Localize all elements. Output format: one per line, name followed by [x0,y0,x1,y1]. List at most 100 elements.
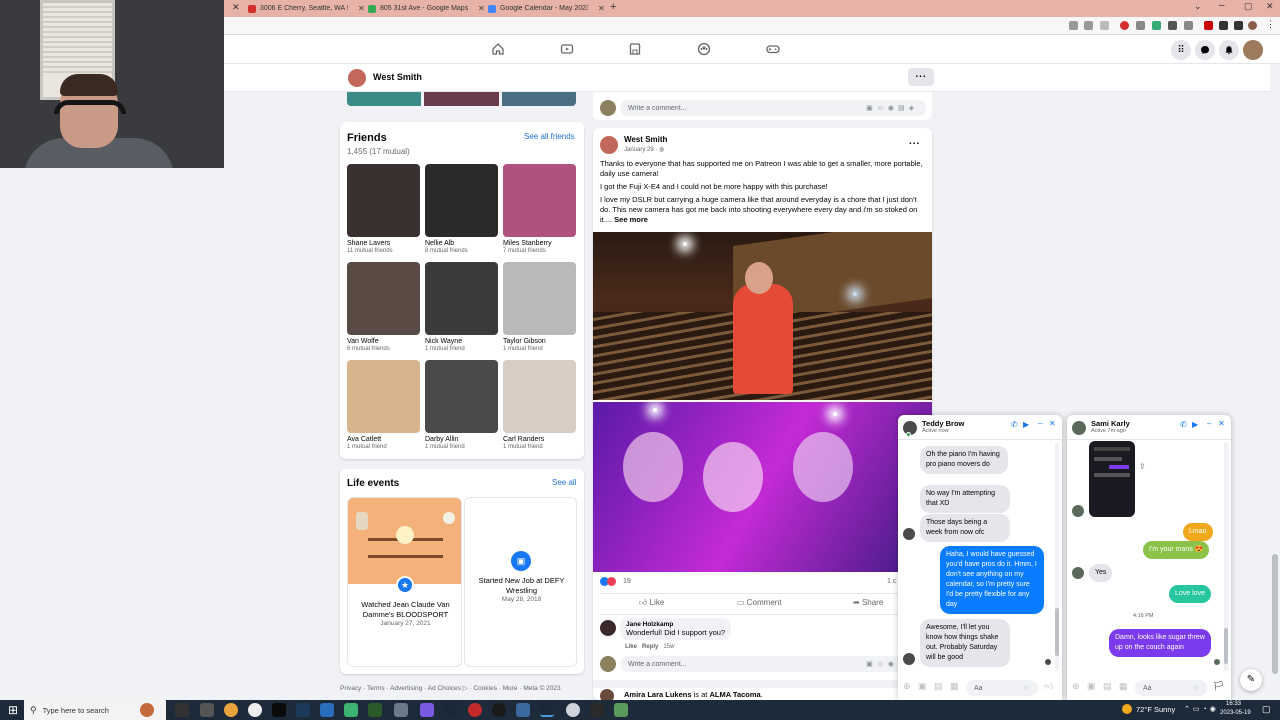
minimize-chat-icon[interactable]: – [1038,419,1042,428]
extension-icon[interactable] [1204,21,1213,30]
chat-shared-screenshot[interactable] [1089,441,1135,517]
chat-scrollbar[interactable] [1224,443,1228,671]
add-icon[interactable]: ⊕ [903,681,911,692]
browser-menu-icon[interactable]: ⋮ [1266,19,1275,30]
friend-tile[interactable]: Taylor Gibson 1 mutual friend [503,262,576,352]
taskbar-clock[interactable]: 16:33 [1226,701,1241,707]
steam-icon[interactable] [540,703,554,717]
friend-tile[interactable]: Nellie Alb 8 mutual friends [425,164,498,254]
comment-author[interactable]: Jane Holzkamp [626,621,725,628]
photo-thumbnail[interactable] [501,92,576,106]
rainbow-flag-icon[interactable]: 🏳 [1213,681,1224,692]
profile-avatar[interactable] [348,69,366,87]
friend-photo[interactable] [347,262,420,335]
marketplace-icon[interactable] [628,42,642,56]
reaction-count[interactable]: 19 [623,578,631,585]
next-post-avatar[interactable] [600,689,614,700]
comment-tools-icon[interactable]: ▣☺◉▤◈ [866,104,918,112]
phone-icon[interactable]: ✆ [1180,420,1187,429]
reactions-icon[interactable] [600,577,616,588]
taskbar-app-icon[interactable] [296,703,310,717]
like-button[interactable]: 👍︎ Like [639,598,664,608]
taskbar-date[interactable]: 2023-05-19 [1220,710,1251,716]
taskbar-app-icon[interactable] [320,703,334,717]
groups-icon[interactable] [697,42,711,56]
account-avatar[interactable] [1243,40,1263,60]
image-icon[interactable]: ▣ [1087,681,1096,692]
emoji-icon[interactable]: ☺ [1192,685,1199,692]
chrome-icon[interactable] [224,703,238,717]
friend-tile[interactable]: Shane Lavers 11 mutual friends [347,164,420,254]
friend-name[interactable]: Ava Catlett [347,436,420,443]
post-more-button[interactable]: ... [909,136,920,147]
taskbar-app-icon[interactable] [175,703,189,717]
sticker-icon[interactable]: ▤ [934,681,943,692]
chat-message-input[interactable]: Aa ☺ [966,680,1038,696]
chat-scrollbar[interactable] [1055,443,1059,671]
extension-icon[interactable] [1168,21,1177,30]
friend-photo[interactable] [425,262,498,335]
chat-avatar[interactable] [1072,421,1086,435]
close-tab-icon[interactable]: ✕ [358,4,365,13]
comment-count[interactable]: 1 c [887,578,896,585]
video-icon[interactable]: ▶ [1023,420,1029,429]
menu-grid-icon[interactable]: ⠿ [1171,40,1191,60]
close-window-icon[interactable]: ✕ [1266,1,1274,12]
new-message-button[interactable]: ✎ [1240,669,1262,691]
friend-tile[interactable]: Nick Wayne 1 mutual friend [425,262,498,352]
friend-tile[interactable]: Miles Stanberry 7 mutual friends [503,164,576,254]
minimize-chat-icon[interactable]: – [1207,419,1211,428]
taskbar-app-icon[interactable] [200,703,214,717]
friend-name[interactable]: Miles Stanberry [503,240,576,247]
taskbar-app-icon[interactable] [516,703,530,717]
steam-icon[interactable] [444,703,458,717]
close-chat-icon[interactable]: ✕ [1049,419,1056,428]
friend-name[interactable]: Carl Randers [503,436,576,443]
profile-avatar[interactable] [1248,21,1257,30]
photo-thumbnail[interactable] [347,92,422,106]
post-photo-band-purple[interactable] [593,402,932,572]
comment-button[interactable]: ▭ Comment [737,598,781,607]
post-date[interactable]: January 28 · ◍ [624,146,664,153]
extension-icon[interactable] [1136,21,1145,30]
see-more-link[interactable]: See more [614,215,648,224]
search-highlight-icon[interactable] [140,703,154,717]
share-icon[interactable] [1084,21,1093,30]
close-chat-icon[interactable]: ✕ [1218,419,1225,428]
taskbar-app-icon[interactable] [468,703,482,717]
sticker-icon[interactable]: ▤ [1103,681,1112,692]
taskbar-app-icon[interactable] [590,703,604,717]
friend-photo[interactable] [425,164,498,237]
friend-photo[interactable] [503,164,576,237]
extension-icon[interactable] [1184,21,1193,30]
friend-name[interactable]: Van Wolfe [347,338,420,345]
friend-photo[interactable] [347,164,420,237]
friend-tile[interactable]: Van Wolfe 6 mutual friends [347,262,420,352]
browser-tab[interactable]: Google Calendar - May 2023 ✕ [488,1,606,16]
page-scrollbar[interactable] [1270,64,1280,700]
life-event-card[interactable]: ▣ Started New Job at DEFY Wrestling May … [464,497,577,667]
taskbar-app-icon[interactable] [566,703,580,717]
watch-icon[interactable] [560,42,574,56]
home-icon[interactable] [491,42,505,56]
taskbar-app-icon[interactable] [368,703,382,717]
friend-tile[interactable]: Darby Allin 1 mutual friend [425,360,498,450]
comment-input[interactable]: Write a comment... ▣☺◉▤◈ [620,100,926,116]
browser-tab[interactable]: 805 31st Ave - Google Maps ✕ [368,1,486,16]
tray-icons[interactable]: ⌃▭◔◉ [1184,705,1219,713]
close-tab-icon[interactable]: ✕ [598,4,605,13]
taskbar-app-icon[interactable] [248,703,262,717]
chat-contact-name[interactable]: Sami Karly [1091,419,1130,428]
see-all-life-events-link[interactable]: See all [552,478,576,487]
next-post-author[interactable]: Amira Lara Lukens [624,690,692,699]
maximize-icon[interactable]: ▢ [1244,1,1253,12]
comment-reply-link[interactable]: Reply [642,644,658,650]
emoji-icon[interactable]: ☺ [1023,685,1030,692]
next-post-place[interactable]: ALMA Tacoma [709,690,760,699]
install-app-icon[interactable] [1069,21,1078,30]
gaming-icon[interactable] [766,42,780,56]
close-tab-icon[interactable]: ✕ [478,4,485,13]
windows-start-icon[interactable]: ⊞ [8,703,18,717]
close-tab-icon[interactable]: ✕ [232,2,240,13]
share-button[interactable]: ➦ Share [853,598,883,607]
